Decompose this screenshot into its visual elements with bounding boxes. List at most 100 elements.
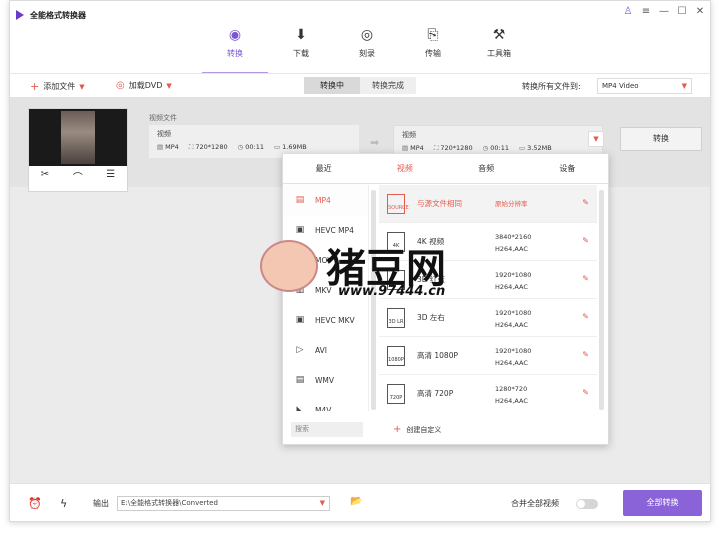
status-segments: 转换中 转换完成 [304, 77, 416, 94]
source-format: ▤ MP4 [157, 143, 179, 152]
nav-label: 刻录 [359, 49, 375, 58]
format-search-input[interactable]: 搜索 [291, 422, 363, 437]
source-title: 视频 [157, 130, 171, 138]
lightning-icon[interactable]: ϟ [60, 497, 67, 510]
video-thumbnail[interactable]: ✂ ⌒ ☰ [28, 108, 128, 192]
format-label: MP4 [315, 195, 331, 205]
popup-tab[interactable]: 最近 [283, 154, 364, 183]
tab-converting[interactable]: 转换中 [304, 77, 360, 94]
transfer-icon: ⎘ [427, 27, 439, 43]
preset-item[interactable]: 1080P 高清 1080P 1920*1080 H264,AAC ✎ [379, 337, 597, 375]
preset-list-scrollbar[interactable] [599, 190, 604, 410]
scissors-icon[interactable]: ✂ [41, 169, 49, 184]
format-label: HEVC MKV [315, 315, 355, 325]
chevron-down-icon[interactable]: ▼ [166, 82, 171, 90]
output-path-value: E:\全能格式转换器\Converted [121, 499, 218, 507]
tab-convert[interactable]: ◉ 转换 [202, 23, 268, 74]
add-file-label: 添加文件 [43, 82, 76, 91]
edit-icon[interactable]: ✎ [582, 198, 589, 207]
source-duration-value: 00:11 [245, 143, 264, 151]
edit-icon[interactable]: ✎ [582, 350, 589, 359]
maximize-icon[interactable]: ☐ [676, 6, 688, 18]
preset-spec: 1280*720 H264,AAC [495, 383, 528, 407]
nav-label: 下载 [293, 49, 309, 58]
settings-list-icon[interactable]: ☰ [106, 169, 115, 184]
preset-file-icon: 720P [387, 383, 405, 404]
resolution-icon: ⛶ [188, 143, 194, 151]
output-path-select[interactable]: E:\全能格式转换器\Converted ▼ [117, 496, 330, 511]
thumbnail-picture [61, 111, 95, 164]
format-item[interactable]: ◣ M4V [283, 395, 368, 411]
crop-icon[interactable]: ⌒ [73, 169, 83, 184]
tab-toolbox[interactable]: ⚒ 工具箱 [466, 23, 532, 73]
preset-name: 3D 左右 [417, 313, 445, 322]
open-folder-icon[interactable]: 📂 [350, 496, 362, 507]
pig-logo-icon [260, 240, 318, 292]
convert-icon: ◉ [228, 27, 242, 43]
film-icon: ▤ [402, 144, 409, 152]
target-resolution-value: 720*1280 [440, 144, 473, 152]
target-resolution: ⛶ 720*1280 [434, 144, 473, 153]
output-format-select[interactable]: MP4 Video ▼ [597, 78, 692, 94]
app-logo-icon [16, 10, 24, 20]
tab-converted[interactable]: 转换完成 [360, 77, 416, 94]
toolbar: + 添加文件 ▼ ◎ 加载DVD ▼ 转换中 转换完成 转换所有文件到: MP4… [10, 74, 710, 98]
film-icon: ▤ [295, 195, 305, 205]
load-dvd-button[interactable]: ◎ 加载DVD ▼ [116, 80, 172, 91]
plus-icon: + [30, 80, 40, 93]
app-title: 全能格式转换器 [30, 11, 86, 20]
preset-name: 高清 720P [417, 389, 454, 398]
tab-download[interactable]: ⬇ 下载 [268, 23, 334, 73]
folder-icon: ▭ [519, 144, 526, 152]
convert-button[interactable]: 转换 [620, 127, 702, 151]
preset-codec: H264,AAC [495, 359, 528, 367]
create-custom-button[interactable]: + 创建自定义 [393, 424, 441, 435]
minimize-icon[interactable]: — [658, 6, 670, 18]
target-meta: ▤ MP4 ⛶ 720*1280 ◷ 00:11 ▭ 3.52MB [402, 144, 552, 153]
merge-videos-toggle[interactable] [576, 499, 598, 509]
avi-icon: ▷ [296, 345, 304, 355]
toolbox-icon: ⚒ [492, 27, 506, 43]
popup-tab[interactable]: 设备 [527, 154, 608, 183]
convert-all-to-label: 转换所有文件到: [522, 82, 581, 91]
load-dvd-label: 加载DVD [128, 81, 163, 90]
convert-all-button[interactable]: 全部转换 [623, 490, 702, 516]
tab-transfer[interactable]: ⎘ 传输 [400, 23, 466, 73]
preset-resolution: 1920*1080 [495, 347, 532, 355]
format-item[interactable]: ▤ MP4 [283, 185, 368, 215]
popup-tab[interactable]: 音频 [446, 154, 527, 183]
plus-icon: + [393, 424, 402, 435]
close-icon[interactable]: ✕ [694, 6, 706, 18]
m4v-icon: ◣ [296, 405, 304, 411]
menu-icon[interactable]: ≡ [640, 6, 652, 18]
preset-name: 与源文件相同 [417, 199, 462, 208]
alarm-clock-icon[interactable]: ⏰ [28, 497, 42, 510]
tab-burn[interactable]: ◎ 刻录 [334, 23, 400, 73]
add-file-button[interactable]: + 添加文件 ▼ [30, 80, 85, 93]
format-item[interactable]: ▷ AVI [283, 335, 368, 365]
edit-icon[interactable]: ✎ [582, 388, 589, 397]
chevron-down-icon[interactable]: ▼ [79, 83, 84, 91]
popup-tab[interactable]: 视频 [364, 154, 445, 183]
format-item[interactable]: ▣ HEVC MKV [283, 305, 368, 335]
target-size: ▭ 3.52MB [519, 144, 552, 153]
edit-icon[interactable]: ✎ [582, 312, 589, 321]
user-icon[interactable]: ♙ [622, 6, 634, 18]
source-duration: ◷ 00:11 [238, 143, 264, 152]
nav-label: 传输 [425, 49, 441, 58]
clock-icon: ◷ [482, 144, 489, 152]
preset-spec: 1920*1080 H264,AAC [495, 345, 531, 369]
target-format-dropdown[interactable]: ▼ [588, 131, 604, 147]
target-duration-value: 00:11 [490, 144, 509, 152]
app-window: 全能格式转换器 ♙ ≡ — ☐ ✕ ◉ 转换 ⬇ 下载 ◎ 刻录 ⎘ 传输 ⚒ 工具箱 + 添加文… [9, 0, 711, 522]
edit-icon[interactable]: ✎ [582, 236, 589, 245]
preset-resolution: 1920*1080 [495, 271, 532, 279]
preset-item[interactable]: 720P 高清 720P 1280*720 H264,AAC ✎ [379, 375, 597, 411]
source-size: ▭ 1.69MB [274, 143, 307, 152]
merge-videos-label: 合并全部视频 [511, 499, 559, 508]
format-item[interactable]: ▤ WMV [283, 365, 368, 395]
window-controls: ♙ ≡ — ☐ ✕ [622, 6, 706, 18]
preset-item[interactable]: SOURCE 与源文件相同 原始分辨率 ✎ [379, 185, 597, 223]
hevc-mkv-icon: ▣ [295, 315, 305, 325]
edit-icon[interactable]: ✎ [582, 274, 589, 283]
